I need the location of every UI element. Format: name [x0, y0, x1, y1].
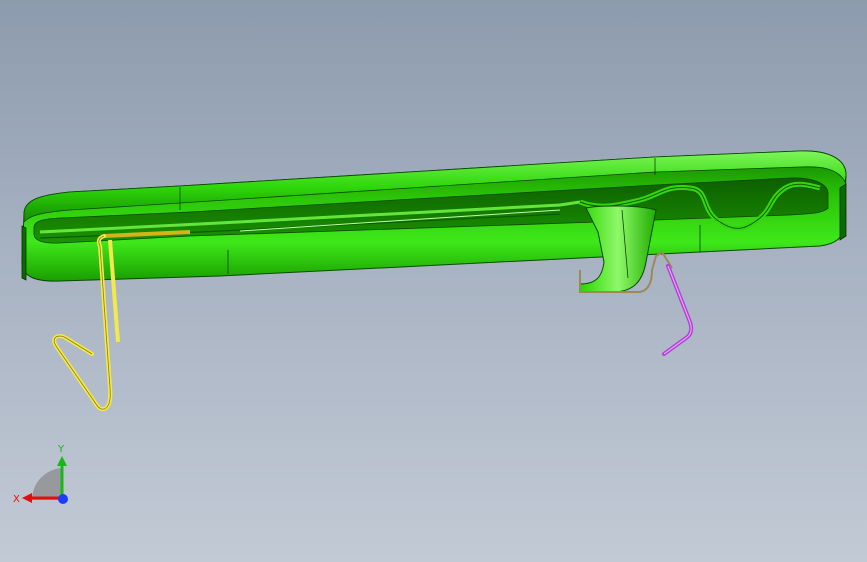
orientation-triad[interactable]: Y X [12, 440, 76, 508]
right-hook-wire[interactable] [662, 264, 694, 356]
y-axis-arrow [57, 456, 67, 466]
rail-housing[interactable] [21, 150, 847, 282]
left-end-cap [21, 225, 27, 281]
cad-viewport[interactable]: Y X [0, 0, 867, 562]
x-axis-label: X [13, 494, 20, 505]
triad-plane-shadow [31, 468, 62, 500]
z-axis-dot [58, 494, 68, 504]
right-end-cap [839, 183, 847, 241]
model-3d-view[interactable] [0, 0, 867, 562]
x-axis-arrow [22, 493, 32, 503]
y-axis-label: Y [57, 444, 65, 455]
